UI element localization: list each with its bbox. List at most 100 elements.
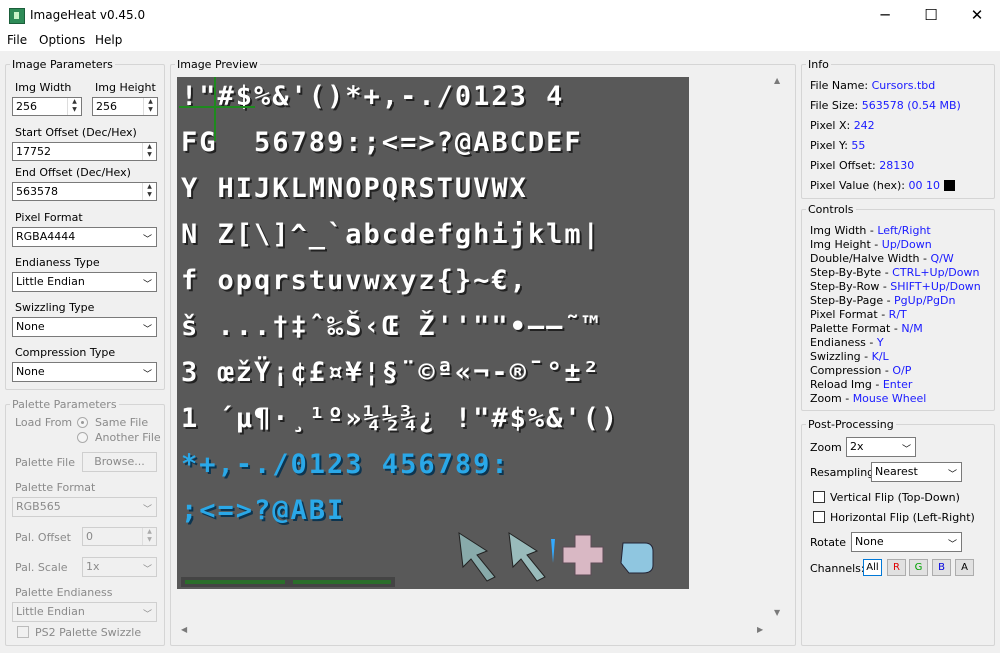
palette-file-label: Palette File: [15, 456, 76, 469]
pixel-offset-row: Pixel Offset: 28130: [810, 159, 914, 172]
palette-format-select[interactable]: RGB565 ﹀: [12, 497, 157, 517]
arrow-cursor-sprite-2: [508, 532, 546, 582]
same-file-radio[interactable]: [77, 417, 88, 428]
vertical-flip-checkbox[interactable]: [813, 491, 825, 503]
control-hint-keys: O/P: [892, 364, 912, 377]
control-hint-row: Endianess - Y: [810, 336, 884, 349]
end-offset-spinner[interactable]: ▲ ▼: [142, 183, 156, 200]
image-parameters-legend: Image Parameters: [12, 58, 113, 71]
info-legend: Info: [808, 58, 829, 71]
pixel-format-value: RGBA4444: [16, 230, 76, 243]
channel-a-button[interactable]: A: [955, 559, 974, 576]
control-hint-row: Step-By-Page - PgUp/PgDn: [810, 294, 955, 307]
start-offset-spinner[interactable]: ▲ ▼: [142, 143, 156, 160]
control-hint-label: Zoom -: [810, 392, 853, 405]
zoom-value: 2x: [850, 440, 864, 453]
palette-format-label: Palette Format: [15, 481, 96, 494]
img-height-spinner[interactable]: ▲ ▼: [143, 98, 157, 115]
rotate-value: None: [855, 535, 884, 548]
chevron-down-icon: ﹀: [142, 325, 152, 335]
rotate-select[interactable]: None ﹀: [851, 532, 962, 552]
post-processing-legend: Post-Processing: [808, 418, 894, 431]
channel-all-button[interactable]: All: [863, 559, 882, 576]
end-offset-input[interactable]: 563578 ▲ ▼: [12, 182, 157, 201]
pal-offset-input[interactable]: 0 ▲ ▼: [82, 527, 157, 546]
channel-b-button[interactable]: B: [932, 559, 951, 576]
img-width-input[interactable]: 256 ▲ ▼: [12, 97, 82, 116]
strip-segment-1: [185, 580, 285, 584]
endianess-value: Little Endian: [16, 275, 85, 288]
menu-options[interactable]: Options: [39, 33, 85, 47]
control-hint-label: Palette Format -: [810, 322, 902, 335]
control-hint-row: Double/Halve Width - Q/W: [810, 252, 954, 265]
scroll-left-icon[interactable]: ◀: [181, 625, 187, 634]
swizzling-value: None: [16, 320, 45, 333]
image-preview-legend: Image Preview: [177, 58, 258, 71]
resampling-label: Resampling: [810, 466, 875, 479]
browse-button[interactable]: Browse...: [82, 452, 157, 472]
vertical-scrollbar[interactable]: ▲ ▼: [770, 74, 787, 622]
ps2-swizzle-checkbox[interactable]: [17, 626, 29, 638]
control-hint-row: Img Height - Up/Down: [810, 238, 932, 251]
chevron-down-icon: ﹀: [142, 280, 152, 290]
strip-segment-2: [293, 580, 391, 584]
control-hint-row: Swizzling - K/L: [810, 350, 889, 363]
img-width-label: Img Width: [15, 81, 72, 94]
resampling-value: Nearest: [875, 465, 918, 478]
control-hint-row: Step-By-Row - SHIFT+Up/Down: [810, 280, 981, 293]
image-preview-canvas[interactable]: !"#$%&'()*+,-./0123 4 FG 56789:;<=>?@ABCD…: [177, 77, 689, 589]
pal-scale-value: 1x: [86, 560, 100, 573]
pal-scale-label: Pal. Scale: [15, 561, 68, 574]
swizzling-label: Swizzling Type: [15, 301, 95, 314]
menu-help[interactable]: Help: [95, 33, 122, 47]
scroll-down-icon[interactable]: ▼: [774, 608, 780, 617]
file-name-value: Cursors.tbd: [871, 79, 936, 92]
file-name-label: File Name:: [810, 79, 869, 92]
pixel-format-select[interactable]: RGBA4444 ﹀: [12, 227, 157, 247]
control-hint-row: Zoom - Mouse Wheel: [810, 392, 926, 405]
cross-cursor-sprite: [562, 534, 604, 576]
zoom-select[interactable]: 2x ﹀: [846, 437, 916, 457]
close-button[interactable]: ✕: [954, 0, 1000, 30]
compression-select[interactable]: None ﹀: [12, 362, 157, 382]
cursor-sprites: [458, 532, 654, 582]
chevron-down-icon: ﹀: [947, 470, 957, 480]
start-offset-input[interactable]: 17752 ▲ ▼: [12, 142, 157, 161]
control-hint-label: Compression -: [810, 364, 893, 377]
menu-file[interactable]: File: [7, 33, 27, 47]
chevron-down-icon: ﹀: [142, 565, 152, 575]
load-from-label: Load From: [15, 416, 73, 429]
another-file-radio[interactable]: [77, 432, 88, 443]
channel-g-button[interactable]: G: [909, 559, 928, 576]
file-size-row: File Size: 563578 (0.54 MB): [810, 99, 961, 112]
control-hint-label: Img Width -: [810, 224, 878, 237]
scroll-right-icon[interactable]: ▶: [757, 625, 763, 634]
file-name-row: File Name: Cursors.tbd: [810, 79, 935, 92]
pixel-value-label: Pixel Value (hex):: [810, 179, 905, 192]
pixel-x-row: Pixel X: 242: [810, 119, 875, 132]
control-hint-keys: Left/Right: [877, 224, 931, 237]
pal-offset-label: Pal. Offset: [15, 531, 71, 544]
img-width-spinner[interactable]: ▲ ▼: [67, 98, 81, 115]
palette-endianess-select[interactable]: Little Endian ﹀: [12, 602, 157, 622]
endianess-label: Endianess Type: [15, 256, 100, 269]
palette-endianess-label: Palette Endianess: [15, 586, 113, 599]
resampling-select[interactable]: Nearest ﹀: [871, 462, 962, 482]
pal-offset-spinner[interactable]: ▲ ▼: [142, 528, 156, 545]
start-offset-label: Start Offset (Dec/Hex): [15, 126, 137, 139]
pal-scale-select[interactable]: 1x ﹀: [82, 557, 157, 577]
scroll-up-icon[interactable]: ▲: [774, 76, 780, 85]
horizontal-flip-checkbox[interactable]: [813, 511, 825, 523]
channel-r-button[interactable]: R: [887, 559, 906, 576]
swizzling-select[interactable]: None ﹀: [12, 317, 157, 337]
control-hint-keys: Y: [876, 336, 884, 349]
horizontal-scrollbar[interactable]: ◀ ▶: [177, 622, 770, 639]
img-height-input[interactable]: 256 ▲ ▼: [92, 97, 158, 116]
maximize-button[interactable]: ☐: [908, 0, 954, 30]
minimize-button[interactable]: ─: [862, 0, 908, 30]
endianess-select[interactable]: Little Endian ﹀: [12, 272, 157, 292]
compression-label: Compression Type: [15, 346, 116, 359]
control-hint-row: Compression - O/P: [810, 364, 911, 377]
file-size-value: 563578 (0.54 MB): [861, 99, 961, 112]
palette-format-value: RGB565: [16, 500, 61, 513]
